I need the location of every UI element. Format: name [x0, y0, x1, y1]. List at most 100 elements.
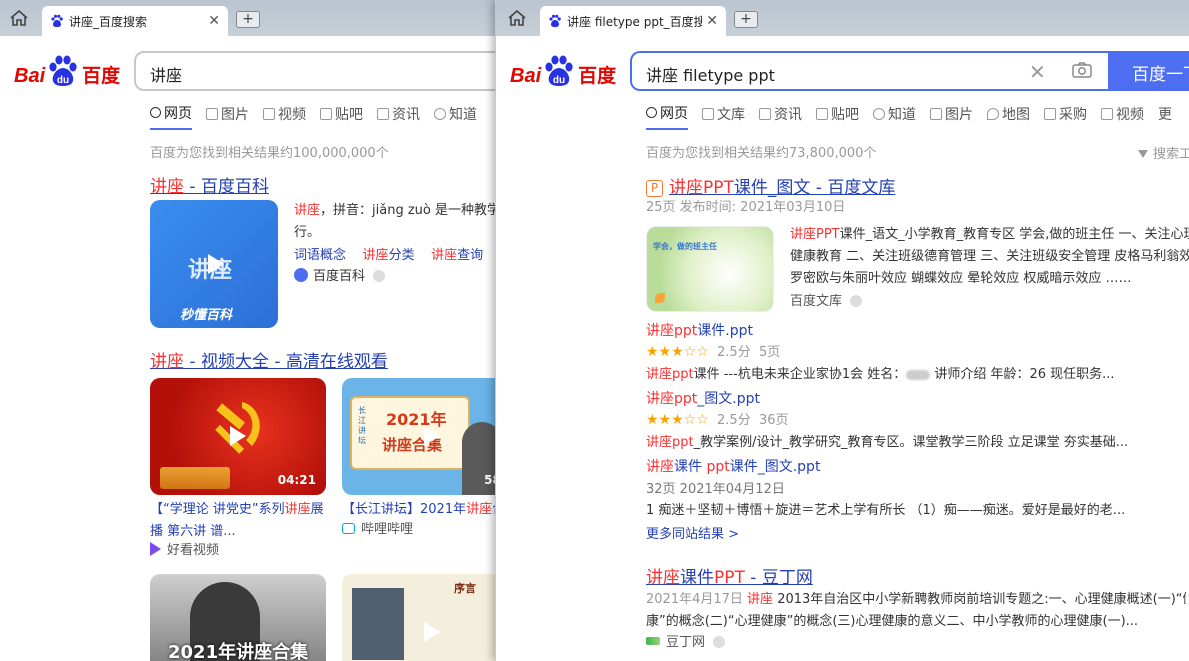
nav-tab-tieba[interactable]: 贴吧 [816, 103, 859, 125]
banner-side: 长江讲坛 [358, 406, 366, 445]
source-name: 豆丁网 [666, 635, 706, 650]
new-tab-button[interactable]: + [734, 11, 758, 28]
video-caption-1[interactable]: 【“学理论 讲党史”系列讲座展播 第六讲 谱... [150, 499, 328, 543]
nav-tab-web[interactable]: 网页 [150, 103, 192, 130]
chevron-down-icon[interactable] [713, 636, 726, 648]
haokan-logo-icon [150, 542, 161, 556]
desc-text-2: 健康教育 二、关注班级德育管理 三、关注班级安全管理 皮格马利翁效 [790, 249, 1189, 264]
tab-baidu-search[interactable]: 讲座_百度搜索 ✕ [42, 6, 228, 36]
sub-result-title-1[interactable]: 讲座ppt课件.ppt [646, 320, 753, 340]
sub-result-snippet-1: 讲座ppt课件 ---杭电未来企业家协1会 姓名： 讲师介绍 年龄：26 现任职… [646, 363, 1186, 382]
result-source[interactable]: 百度百科 [294, 266, 386, 288]
search-button[interactable]: 百度一下 [1110, 51, 1189, 91]
thumb-text: 学会，做的班主任 [653, 242, 717, 251]
baidu-paw-icon: du [545, 55, 573, 86]
nav-label: 更 [1158, 107, 1172, 123]
video-thumbnail-1[interactable]: 04:21 [150, 378, 326, 495]
nav-tab-zhidao[interactable]: 知道 [434, 103, 477, 125]
close-tab-icon[interactable]: ✕ [706, 13, 718, 29]
baike-video-thumbnail[interactable]: 讲座 秒懂百科 [150, 200, 278, 328]
video-thumbnail-2[interactable]: 2021年 讲座合集 长江讲坛 58:1 [342, 378, 497, 495]
nav-label: 地图 [1002, 107, 1030, 123]
video-source-2[interactable]: 哔哩哔哩 [342, 519, 413, 541]
nav-label: 视频 [1116, 107, 1144, 123]
video-thumbnail-4[interactable]: 序言 [342, 574, 497, 661]
ppt-file-icon: P [646, 180, 663, 197]
new-tab-button[interactable]: + [236, 11, 260, 28]
home-icon[interactable] [508, 10, 526, 26]
result-count: 百度为您找到相关结果约73,800,000个 [646, 146, 877, 161]
search-input[interactable]: 讲座 [134, 51, 497, 91]
result-source[interactable]: 豆丁网 [646, 632, 726, 654]
nav-tab-zhidao[interactable]: 知道 [873, 103, 916, 125]
chevron-down-icon[interactable] [373, 270, 386, 282]
close-tab-icon[interactable]: ✕ [208, 13, 220, 29]
document-thumbnail[interactable]: 学会，做的班主任 [646, 226, 774, 312]
baidu-paw-icon [51, 14, 63, 28]
result-title-wenku[interactable]: P 讲座PPT课件_图文 - 百度文库 [646, 173, 895, 198]
title-text: - 视频大全 - 高清在线观看 [184, 352, 388, 372]
bilibili-logo-icon [342, 523, 355, 534]
baidu-logo[interactable]: Bai du 百度 [510, 54, 616, 88]
play-icon [424, 622, 440, 642]
tieba-icon [320, 108, 332, 120]
desc-highlight: 讲座PPT [790, 227, 840, 242]
play-icon [230, 426, 246, 446]
video-source-1[interactable]: 好看视频 [150, 540, 219, 562]
title-text: 课件 [674, 459, 707, 475]
tab-title: 讲座 filetype ppt_百度搜 [567, 14, 703, 29]
result-title-docin[interactable]: 讲座课件PPT - 豆丁网 [646, 563, 813, 588]
question-icon [434, 108, 446, 120]
nav-tab-map[interactable]: 地图 [987, 103, 1030, 125]
video-caption-2[interactable]: 【长江讲坛】2021年讲座合 [342, 499, 497, 521]
building-graphic [160, 467, 230, 489]
nav-tab-more[interactable]: 更 [1158, 103, 1172, 125]
search-icon [646, 107, 657, 118]
nav-tab-tieba[interactable]: 贴吧 [320, 103, 363, 125]
title-text-2: - 豆丁网 [744, 568, 813, 588]
nav-tab-news[interactable]: 资讯 [377, 103, 420, 125]
search-tools[interactable]: 搜索工 [1138, 143, 1189, 162]
sub-result-title-2[interactable]: 讲座ppt_图文.ppt [646, 388, 760, 408]
more-site-results-link[interactable]: 更多同站结果 > [646, 523, 739, 542]
result-desc: 讲座，拼音：jiǎng zuò 是一种教学形 行。 [294, 200, 497, 244]
nav-label: 图片 [945, 107, 973, 123]
nav-tab-wenku[interactable]: 文库 [702, 103, 745, 125]
baike-sublinks: 词语概念 讲座分类 讲座查询 [294, 244, 483, 263]
butterfly-graphic [655, 293, 665, 303]
sub-result-title-3[interactable]: 讲座课件 ppt课件_图文.ppt [646, 456, 820, 476]
baike-logo-icon [294, 268, 308, 282]
search-nav-tabs: 网页 文库 资讯 贴吧 知道 图片 地图 采购 视频 更 [646, 103, 1186, 130]
chevron-down-icon[interactable] [850, 295, 863, 307]
title-highlight-2: PPT [714, 568, 745, 588]
snippet-text-2: 讲师介绍 年龄：26 现任职务... [930, 367, 1115, 382]
caption-text: 【长江讲坛】2021年 [342, 502, 467, 517]
sublink-concept[interactable]: 词语概念 [294, 248, 346, 263]
clear-input-icon[interactable]: ✕ [1029, 60, 1046, 84]
home-icon[interactable] [10, 10, 28, 26]
nav-tab-video[interactable]: 视频 [1101, 103, 1144, 125]
result-source[interactable]: 百度文库 [790, 291, 863, 313]
thumb-brand: 秒懂百科 [180, 308, 233, 323]
sublink-query[interactable]: 讲座查询 [431, 248, 483, 263]
nav-tab-images[interactable]: 图片 [206, 103, 249, 125]
nav-tab-purchase[interactable]: 采购 [1044, 103, 1087, 125]
logo-baidu-cn: 百度 [578, 65, 617, 87]
sublink-category[interactable]: 讲座分类 [363, 248, 415, 263]
speaker-photo [352, 588, 404, 660]
nav-tab-web[interactable]: 网页 [646, 103, 688, 130]
logo-du: du [57, 75, 69, 86]
nav-tab-news[interactable]: 资讯 [759, 103, 802, 125]
nav-tab-images[interactable]: 图片 [930, 103, 973, 125]
result-title-video[interactable]: 讲座 - 视频大全 - 高清在线观看 [150, 347, 388, 372]
tab-baidu-filetype-search[interactable]: 讲座 filetype ppt_百度搜 ✕ [540, 6, 726, 36]
camera-icon[interactable] [1072, 62, 1092, 78]
result-title-baike[interactable]: 讲座 - 百度百科 [150, 172, 269, 197]
nav-label: 网页 [660, 106, 688, 122]
video-thumbnail-3[interactable]: 2021年讲座合集 [150, 574, 326, 661]
baidu-paw-icon: du [49, 55, 77, 86]
document-icon [702, 108, 714, 120]
desc-text: ，拼音：jiǎng zuò 是一种教学形 [320, 203, 497, 218]
baidu-logo[interactable]: Bai du 百度 [14, 54, 120, 88]
nav-tab-video[interactable]: 视频 [263, 103, 306, 125]
